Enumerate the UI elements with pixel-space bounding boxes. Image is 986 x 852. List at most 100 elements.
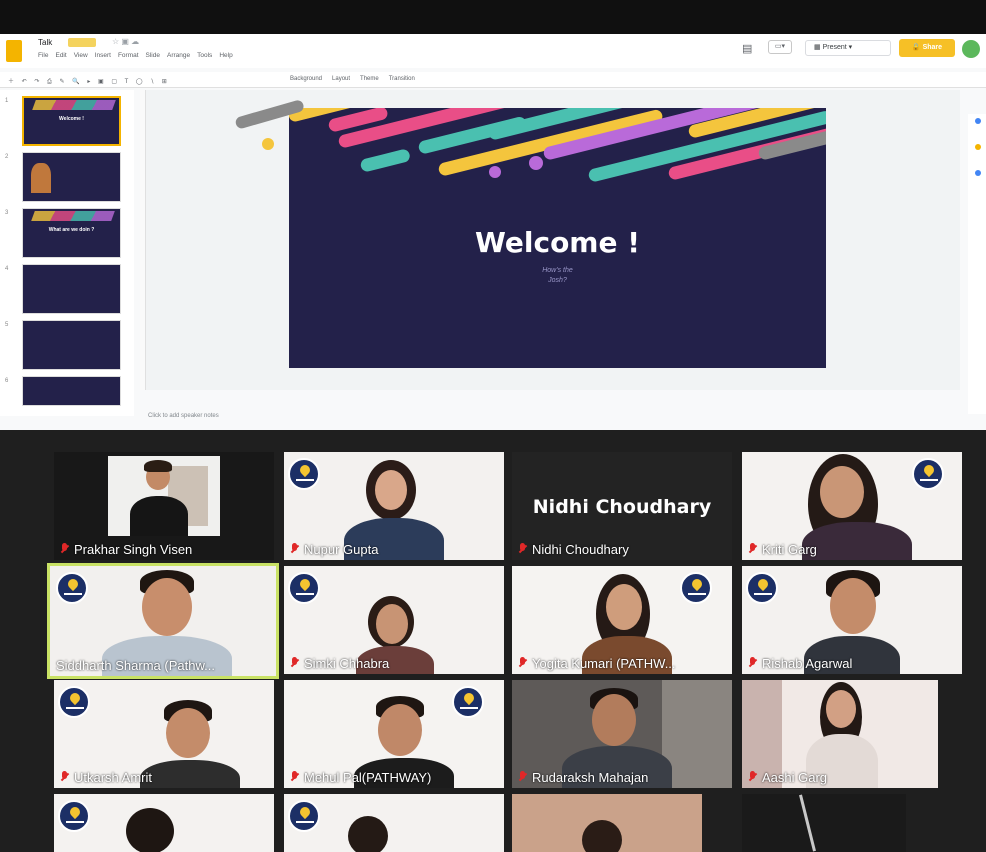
thumb-number: 1 — [5, 98, 9, 104]
participant-head — [592, 694, 636, 746]
tasks-icon[interactable] — [975, 170, 981, 176]
purple-dot — [489, 166, 501, 178]
teal-stripe — [359, 148, 412, 173]
speaker-notes[interactable]: Click to add speaker notes — [140, 408, 960, 428]
participant-tile[interactable]: Utkarsh Amrit — [54, 680, 274, 788]
keep-icon[interactable] — [975, 144, 981, 150]
participant-name: Nupur Gupta — [290, 542, 378, 557]
user-avatar[interactable] — [962, 40, 980, 58]
participant-tile[interactable]: Rishab Agarwal — [742, 566, 962, 674]
toolbar-theme[interactable]: Theme — [360, 76, 379, 82]
share-button[interactable]: 🔒 Share — [899, 39, 955, 57]
muted-mic-icon — [748, 657, 757, 669]
menu-tools[interactable]: Tools — [197, 52, 212, 59]
participant-name: Simki Chhabra — [290, 656, 389, 671]
pathway-badge-icon — [58, 686, 90, 718]
main-slide[interactable]: Welcome ! How's the Josh? — [289, 108, 826, 368]
slides-logo-icon[interactable] — [6, 40, 22, 62]
star-move-cloud-icons[interactable]: ☆ ▣ ☁ — [112, 37, 139, 46]
muted-mic-icon — [290, 771, 299, 783]
toolbar-background[interactable]: Background — [290, 76, 322, 82]
participant-tile[interactable]: Rudaraksh Mahajan — [512, 680, 732, 788]
menu-arrange[interactable]: Arrange — [167, 52, 190, 59]
menu-format[interactable]: Format — [118, 52, 139, 59]
participant-head — [820, 466, 864, 518]
muted-mic-icon — [748, 543, 757, 555]
participant-tile-active-speaker[interactable]: Siddharth Sharma (Pathw... — [47, 563, 279, 679]
participant-tile[interactable] — [512, 794, 702, 852]
present-button[interactable]: ▦ Present ▾ — [805, 40, 891, 56]
participant-name-text: Rishab Agarwal — [762, 656, 853, 671]
document-title[interactable]: Talk — [38, 38, 52, 47]
thumb-number: 5 — [5, 322, 9, 328]
yellow-dot — [262, 138, 274, 150]
thumb-text: Welcome ! — [59, 116, 84, 122]
menu-help[interactable]: Help — [219, 52, 232, 59]
menu-slide[interactable]: Slide — [146, 52, 160, 59]
slide-thumbnail[interactable] — [22, 376, 121, 406]
participant-name-text: Nupur Gupta — [304, 542, 379, 557]
slide-title: Welcome ! — [475, 226, 640, 259]
participant-body — [130, 496, 188, 536]
participants-gallery: Prakhar Singh Visen Nupur Gupta Nidhi Ch… — [0, 430, 986, 852]
pathway-badge-icon — [58, 800, 90, 832]
menu-view[interactable]: View — [74, 52, 88, 59]
present-label: Present — [822, 44, 847, 51]
participant-tile[interactable] — [284, 794, 504, 852]
participant-head — [166, 708, 210, 758]
menu-file[interactable]: File — [38, 52, 48, 59]
participant-tile[interactable] — [54, 794, 274, 852]
participant-hair — [582, 820, 622, 852]
pathway-badge-icon — [912, 458, 944, 490]
slide-thumbnail[interactable]: What are we doin ? — [22, 208, 121, 258]
participant-head — [142, 578, 192, 636]
side-panel — [968, 114, 986, 414]
participant-head — [375, 470, 407, 510]
pathway-badge-icon — [288, 800, 320, 832]
participant-tile[interactable]: Aashi Garg — [742, 680, 938, 788]
toolbar-icons[interactable]: ＋ ↶ ↷ ⎙ ✎ 🔍 ▸ ▣ ▢ T ◯ ∖ ⊞ — [8, 76, 170, 86]
slide-thumbnail[interactable]: Welcome ! — [22, 96, 121, 146]
calendar-icon[interactable] — [975, 118, 981, 124]
comment-icon[interactable]: ▤ — [742, 42, 752, 55]
participant-hair — [144, 460, 172, 472]
participant-name-text: Prakhar Singh Visen — [74, 542, 193, 557]
participant-name-text: Kriti Garg — [762, 542, 817, 557]
muted-mic-icon — [518, 771, 527, 783]
thumb-photo — [31, 163, 51, 193]
muted-mic-icon — [290, 543, 299, 555]
participant-tile[interactable]: Nupur Gupta — [284, 452, 504, 560]
pathway-badge-icon — [56, 572, 88, 604]
slide-thumbnail[interactable] — [22, 152, 121, 202]
participant-name-text: Utkarsh Amrit — [74, 770, 153, 785]
participant-tile[interactable]: Mehul Pal(PATHWAY) — [284, 680, 504, 788]
muted-mic-icon — [518, 657, 527, 669]
toolbar-layout[interactable]: Layout — [332, 76, 350, 82]
participant-tile[interactable] — [742, 794, 906, 852]
vertical-ruler — [140, 90, 146, 390]
meet-camera-icon[interactable]: ▭▾ — [768, 40, 792, 54]
participant-tile[interactable]: Prakhar Singh Visen — [54, 452, 274, 560]
light-streak — [799, 794, 816, 852]
document-chip[interactable] — [68, 38, 96, 47]
menu-insert[interactable]: Insert — [95, 52, 111, 59]
participant-tile[interactable]: Simki Chhabra — [284, 566, 504, 674]
participant-name-text: Yogita Kumari (PATHW... — [532, 656, 676, 671]
purple-dot — [529, 156, 543, 170]
menu-edit[interactable]: Edit — [55, 52, 66, 59]
participant-body — [802, 522, 912, 560]
participant-name: Yogita Kumari (PATHW... — [518, 656, 676, 671]
participant-name: Utkarsh Amrit — [60, 770, 152, 785]
participant-name-text: Siddharth Sharma (Pathw... — [56, 658, 215, 673]
pathway-badge-icon — [288, 458, 320, 490]
toolbar-transition[interactable]: Transition — [389, 76, 415, 82]
participant-name-text: Simki Chhabra — [304, 656, 390, 671]
slide-thumbnail[interactable] — [22, 320, 121, 370]
slide-thumbnail[interactable] — [22, 264, 121, 314]
participant-tile[interactable]: Nidhi Choudhary Nidhi Choudhary — [512, 452, 732, 560]
video-feed — [108, 456, 220, 536]
participant-name: Nidhi Choudhary — [518, 542, 629, 557]
participant-tile[interactable]: Kriti Garg — [742, 452, 962, 560]
pathway-badge-icon — [680, 572, 712, 604]
participant-tile[interactable]: Yogita Kumari (PATHW... — [512, 566, 732, 674]
